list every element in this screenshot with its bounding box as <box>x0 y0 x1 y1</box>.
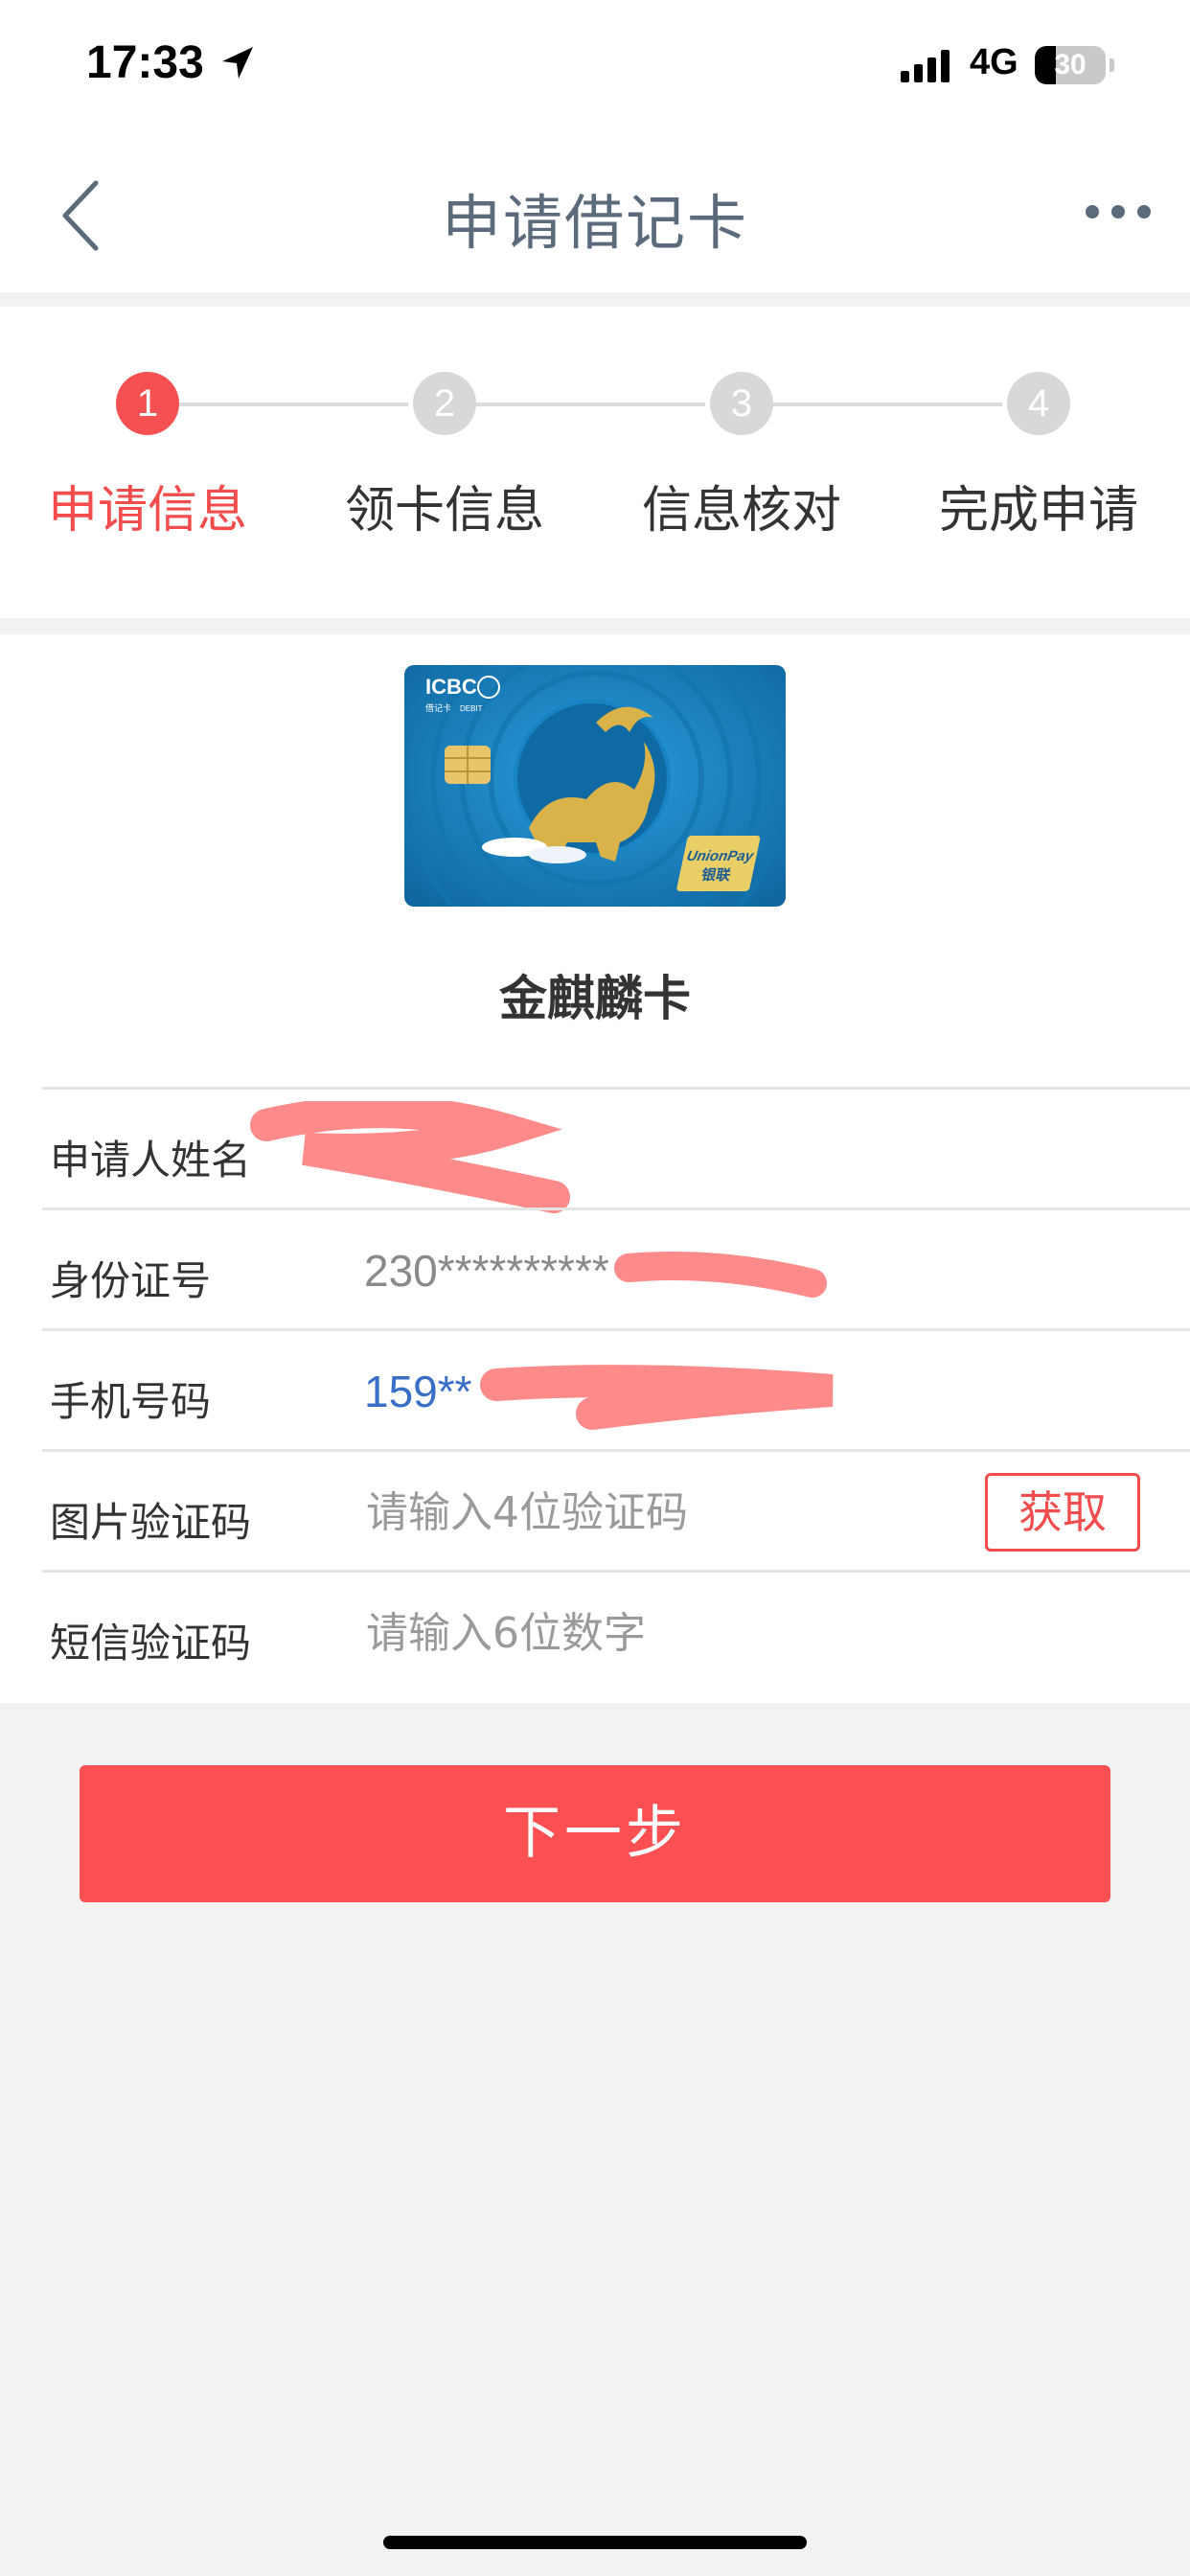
next-step-button[interactable]: 下一步 <box>80 1765 1110 1902</box>
card-name: 金麒麟卡 <box>499 971 691 1026</box>
phone-label: 手机号码 <box>50 1378 212 1425</box>
redaction-mark <box>480 1365 834 1430</box>
cellular-signal-icon <box>901 50 950 82</box>
debit-card-image: ICBC 借记卡 DEBIT UnionPay 银联 <box>404 665 786 907</box>
battery-cap <box>1110 58 1114 72</box>
step-1-indicator: 1 <box>116 372 179 435</box>
applicant-name-label: 申请人姓名 <box>50 1137 252 1184</box>
step-connector <box>178 402 408 406</box>
network-type: 4G <box>970 42 1018 82</box>
get-captcha-button[interactable]: 获取 <box>985 1473 1140 1552</box>
sms-code-row: 短信验证码 <box>42 1570 1190 1693</box>
step-3-indicator: 3 <box>710 372 773 435</box>
redaction-mark <box>614 1252 827 1298</box>
page-title: 申请借记卡 <box>441 188 748 258</box>
step-2-label: 领卡信息 <box>344 482 544 540</box>
id-number-value: 230********** <box>364 1246 609 1296</box>
phone-row: 手机号码 159** <box>42 1328 1190 1452</box>
home-indicator[interactable] <box>383 2536 807 2549</box>
application-form: ICBC 借记卡 DEBIT UnionPay 银联 金麒麟卡 申请人姓名 身份… <box>0 634 1190 1703</box>
sms-code-input[interactable] <box>364 1601 943 1665</box>
card-type-cn: 借记卡 <box>425 702 451 714</box>
card-type-en: DEBIT <box>460 704 483 713</box>
captcha-input[interactable] <box>364 1481 943 1544</box>
unionpay-cn-label: 银联 <box>699 866 733 884</box>
card-brand: ICBC <box>425 675 477 699</box>
phone-value: 159** <box>364 1367 472 1416</box>
id-number-row: 身份证号 230********** <box>42 1208 1190 1331</box>
step-2-indicator: 2 <box>413 372 476 435</box>
battery-percent: 30 <box>1054 49 1087 80</box>
captcha-row: 图片验证码 获取 <box>42 1449 1190 1573</box>
battery-icon: 30 <box>1035 46 1106 84</box>
id-number-label: 身份证号 <box>50 1257 212 1304</box>
unionpay-label: UnionPay <box>685 848 756 864</box>
status-bar: 17:33 4G 30 <box>0 0 1190 134</box>
captcha-label: 图片验证码 <box>50 1499 252 1546</box>
applicant-name-row: 申请人姓名 <box>42 1087 1190 1213</box>
status-time: 17:33 <box>86 37 204 88</box>
step-connector <box>475 402 705 406</box>
location-arrow-icon <box>222 47 253 79</box>
progress-steps: 1 2 3 4 申请信息 领卡信息 信息核对 完成申请 <box>0 307 1190 618</box>
step-4-indicator: 4 <box>1007 372 1070 435</box>
redaction-mark <box>250 1101 570 1213</box>
nav-bar: 申请借记卡 <box>0 134 1190 292</box>
step-connector <box>772 402 1002 406</box>
more-options-icon[interactable] <box>1085 201 1152 222</box>
step-4-label: 完成申请 <box>938 482 1138 540</box>
step-1-label: 申请信息 <box>47 482 247 540</box>
sms-code-label: 短信验证码 <box>50 1620 252 1667</box>
step-3-label: 信息核对 <box>641 482 841 540</box>
